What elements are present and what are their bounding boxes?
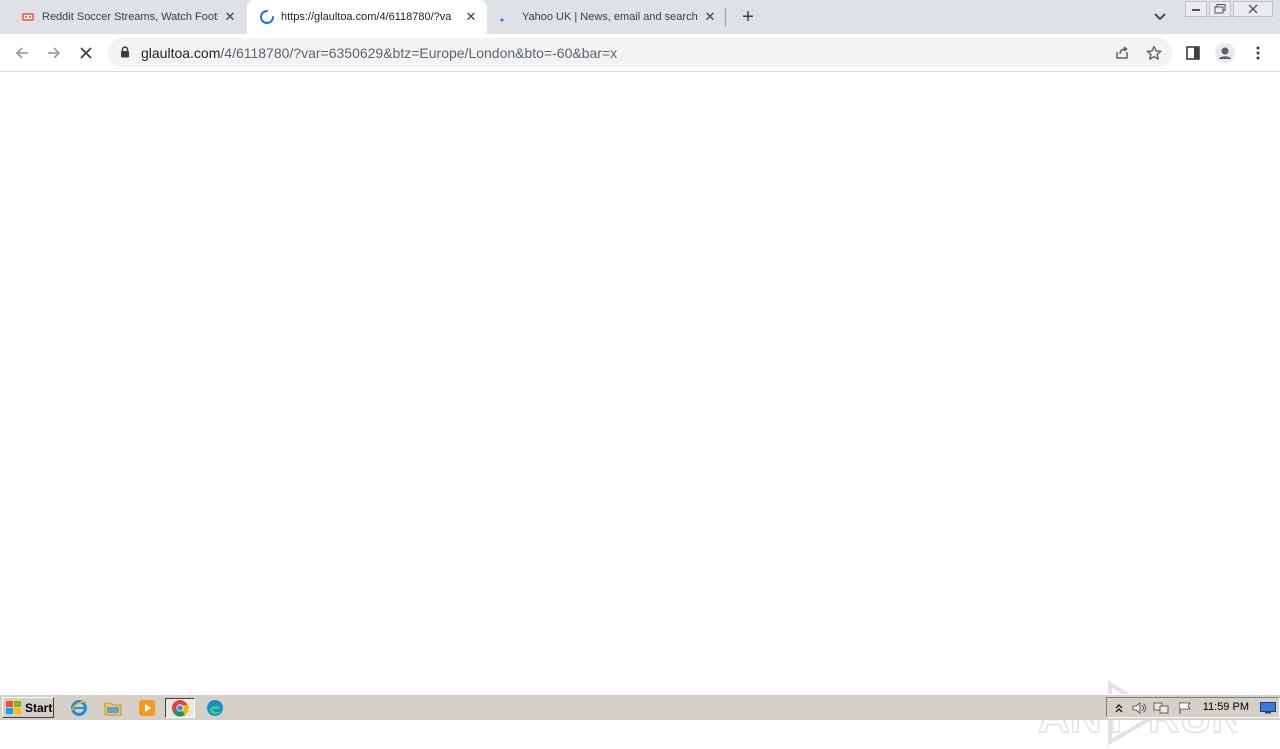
- close-icon[interactable]: ✕: [463, 9, 479, 25]
- system-tray: 11:59 PM: [1106, 697, 1280, 718]
- kebab-menu-icon: [1256, 46, 1260, 60]
- back-arrow-icon: [15, 47, 28, 59]
- loading-spinner-icon: [259, 9, 275, 25]
- file-explorer-icon[interactable]: [102, 698, 124, 718]
- page-content: ANY RUN: [0, 72, 1280, 746]
- new-tab-button[interactable]: +: [737, 6, 759, 28]
- url-host: glaultoa.com: [141, 45, 221, 61]
- url-path: /4/6118780/?var=6350629&btz=Europe/Londo…: [220, 45, 618, 61]
- forward-arrow-icon: [48, 47, 61, 59]
- windows-logo-icon: [6, 700, 21, 714]
- tray-expand-icon[interactable]: [1111, 701, 1127, 715]
- lock-icon[interactable]: [120, 46, 130, 61]
- forward-button[interactable]: [42, 41, 66, 65]
- address-bar[interactable]: glaultoa.com/4/6118780/?var=6350629&btz=…: [108, 38, 1172, 67]
- minimize-button[interactable]: [1185, 1, 1207, 17]
- windows-taskbar: Start 11:59 PM: [0, 694, 1280, 720]
- show-desktop-icon[interactable]: [1260, 701, 1276, 715]
- chrome-icon: [172, 700, 189, 717]
- side-panel-icon: [1186, 46, 1200, 60]
- browser-toolbar: glaultoa.com/4/6118780/?var=6350629&btz=…: [0, 34, 1280, 72]
- internet-explorer-icon[interactable]: [68, 698, 90, 718]
- back-button[interactable]: [10, 41, 34, 65]
- tab-glaultoa[interactable]: https://glaultoa.com/4/6118780/?va ✕: [247, 0, 487, 34]
- tab-strip: Reddit Soccer Streams, Watch Footb ✕ htt…: [0, 0, 1280, 34]
- network-icon[interactable]: [1153, 701, 1169, 715]
- media-player-icon[interactable]: [136, 698, 158, 718]
- close-window-button[interactable]: [1233, 1, 1273, 17]
- reddit-favicon-icon: [20, 9, 36, 25]
- share-icon[interactable]: [1112, 43, 1132, 63]
- tab-title: Yahoo UK | News, email and search: [522, 11, 698, 23]
- tab-search-chevron-icon[interactable]: [1151, 8, 1169, 26]
- close-icon[interactable]: ✕: [702, 9, 718, 25]
- stop-x-icon: [80, 47, 92, 59]
- chrome-taskbar-button[interactable]: [165, 698, 195, 718]
- profile-avatar-icon: [1215, 43, 1235, 63]
- volume-icon[interactable]: [1131, 701, 1147, 715]
- close-icon[interactable]: ✕: [222, 9, 238, 25]
- side-panel-button[interactable]: [1181, 41, 1205, 65]
- tab-title: Reddit Soccer Streams, Watch Footb: [42, 11, 218, 23]
- tab-title: https://glaultoa.com/4/6118780/?va: [281, 11, 452, 23]
- clock[interactable]: 11:59 PM: [1203, 701, 1249, 713]
- tab-yahoo[interactable]: Yahoo UK | News, email and search ✕: [488, 0, 726, 34]
- start-button[interactable]: Start: [2, 697, 54, 718]
- menu-button[interactable]: [1246, 41, 1270, 65]
- profile-button[interactable]: [1213, 41, 1237, 65]
- tab-separator: [725, 8, 726, 26]
- tab-reddit-soccer[interactable]: Reddit Soccer Streams, Watch Footb ✕: [12, 0, 246, 34]
- bookmark-star-icon[interactable]: [1144, 43, 1164, 63]
- url-text[interactable]: glaultoa.com/4/6118780/?var=6350629&btz=…: [141, 45, 617, 61]
- action-center-flag-icon[interactable]: [1177, 701, 1193, 715]
- loading-dot-icon: [496, 9, 512, 25]
- restore-button[interactable]: [1209, 1, 1231, 17]
- stop-loading-button[interactable]: [74, 41, 98, 65]
- start-label: Start: [25, 700, 53, 715]
- edge-icon[interactable]: [204, 698, 226, 718]
